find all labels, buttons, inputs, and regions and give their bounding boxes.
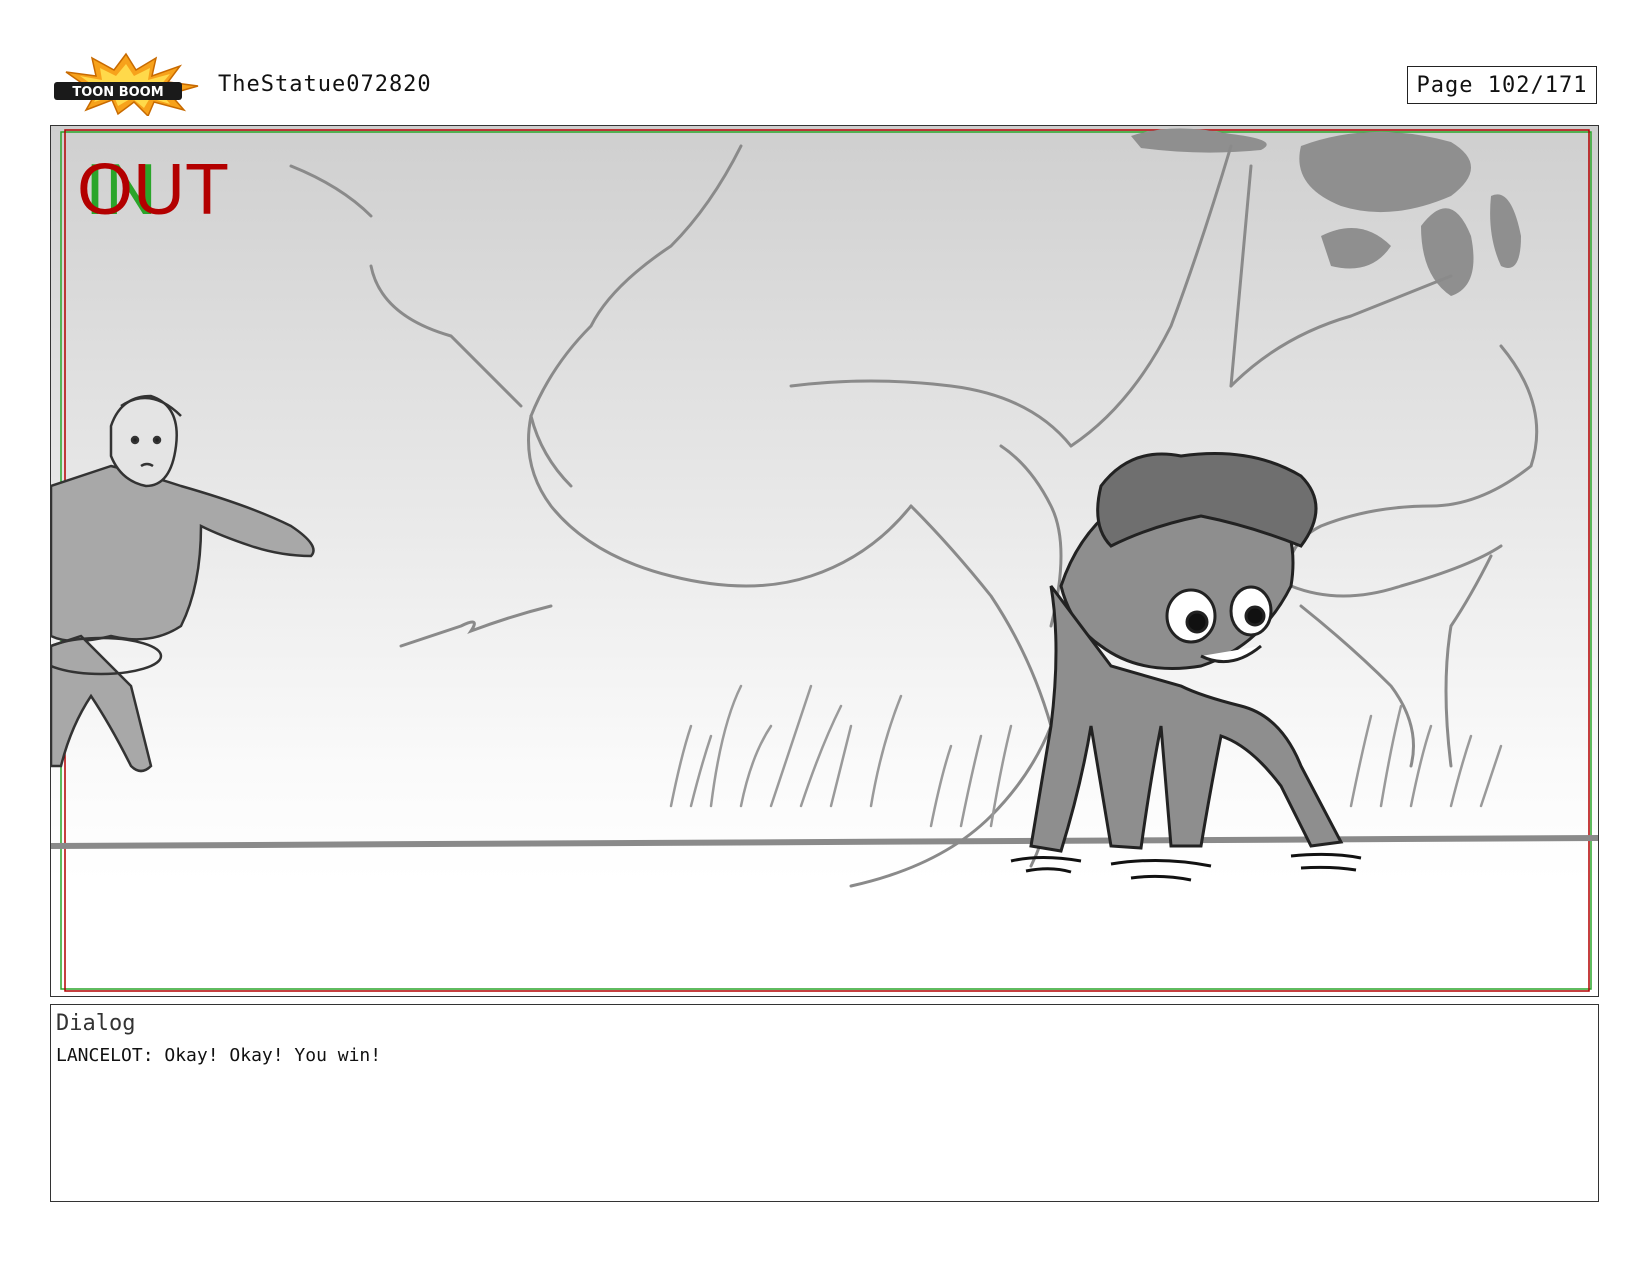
page-label: Page 102/171 [1416, 72, 1588, 98]
logo-text: TOON BOOM [72, 85, 163, 100]
dialog-heading: Dialog [56, 1011, 136, 1036]
toon-boom-logo: TOON BOOM [52, 52, 200, 118]
panel-artwork: IN OUT [51, 126, 1598, 996]
storyboard-panel: IN OUT [50, 125, 1599, 997]
ground-area [51, 881, 1598, 996]
dialog-box: Dialog LANCELOT: Okay! Okay! You win! [50, 1004, 1599, 1202]
dialog-line: LANCELOT: Okay! Okay! You win! [56, 1045, 382, 1066]
page-indicator: Page 102/171 [1407, 66, 1597, 104]
document-title: TheStatue072820 [218, 72, 432, 97]
marker-out: OUT [77, 150, 229, 230]
